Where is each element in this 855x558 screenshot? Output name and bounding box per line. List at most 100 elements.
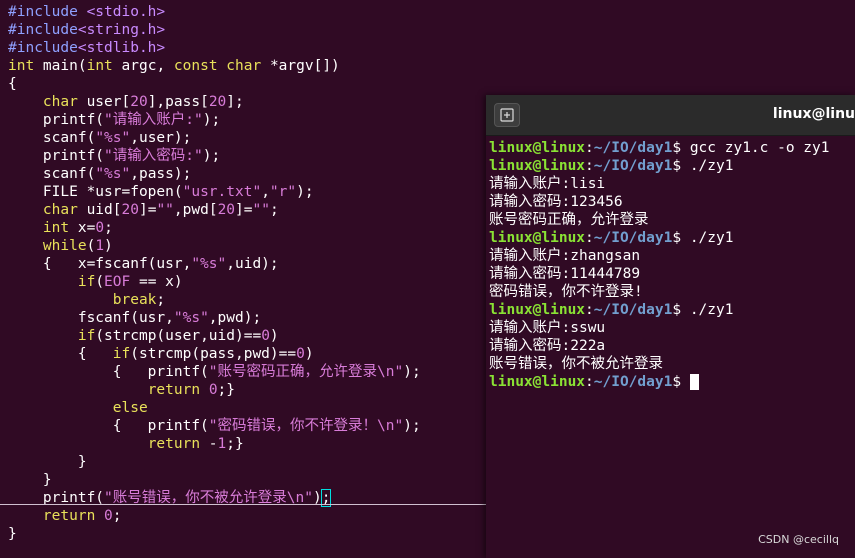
new-tab-button[interactable]	[494, 103, 520, 127]
prompt-sep: :	[585, 230, 594, 246]
prompt-symbol: $	[672, 302, 690, 318]
code-token: while	[42, 238, 87, 254]
code-token: }	[8, 454, 87, 470]
code-line[interactable]: fscanf(usr,"%s",pwd);	[8, 309, 261, 327]
code-line[interactable]: break;	[8, 291, 165, 309]
code-token: }	[8, 472, 52, 488]
code-line[interactable]: { x=fscanf(usr,"%s",uid);	[8, 255, 279, 273]
code-line[interactable]: { printf("账号密码正确，允许登录\n");	[8, 363, 421, 381]
terminal-output-line: 请输入密码:222a	[489, 338, 606, 354]
new-tab-icon	[500, 108, 514, 122]
code-token: "%s"	[95, 130, 131, 146]
code-line[interactable]: int main(int argc, const char *argv[])	[8, 57, 340, 75]
prompt-path: ~/IO/day1	[593, 230, 673, 246]
code-token: ,uid);	[226, 256, 279, 272]
code-token: );	[296, 184, 314, 200]
code-line[interactable]: if(strcmp(user,uid)==0)	[8, 327, 279, 345]
code-line[interactable]: int x=0;	[8, 219, 113, 237]
code-token: FILE *usr=fopen(	[8, 184, 183, 200]
code-token: else	[112, 400, 148, 416]
prompt-path: ~/IO/day1	[593, 374, 673, 390]
code-token: EOF	[104, 274, 131, 290]
code-line[interactable]: { if(strcmp(pass,pwd)==0)	[8, 345, 314, 363]
code-token: 1	[95, 238, 105, 254]
code-token: x=	[69, 220, 96, 236]
terminal-output[interactable]: linux@linux:~/IO/day1$ gcc zy1.c -o zy1 l…	[489, 139, 855, 391]
terminal-command: ./zy1	[689, 230, 734, 246]
code-line[interactable]: #include <stdio.h>	[8, 3, 165, 21]
code-line[interactable]: printf("请输入账户:");	[8, 111, 220, 129]
code-line[interactable]: char user[20],pass[20];	[8, 93, 244, 111]
code-line[interactable]: return -1;}	[8, 435, 244, 453]
code-token: 0	[95, 220, 105, 236]
terminal-command: ./zy1	[689, 158, 734, 174]
code-line[interactable]: FILE *usr=fopen("usr.txt","r");	[8, 183, 314, 201]
code-line[interactable]: }	[8, 525, 17, 543]
prompt-path: ~/IO/day1	[593, 302, 673, 318]
code-line[interactable]: printf("请输入密码:");	[8, 147, 220, 165]
code-line[interactable]: while(1)	[8, 237, 113, 255]
code-token: <string.h>	[77, 22, 166, 38]
code-line[interactable]: return 0;	[8, 507, 122, 525]
code-token: { printf(	[8, 418, 209, 434]
code-line[interactable]: #include<string.h>	[8, 21, 165, 39]
code-token: );	[403, 418, 421, 434]
code-token: "请输入密码:"	[104, 148, 203, 164]
prompt-sep: :	[585, 302, 594, 318]
code-token: "usr.txt"	[182, 184, 262, 200]
code-token: scanf(	[8, 130, 96, 146]
prompt-user: linux@linux	[489, 158, 586, 174]
code-token: ;}	[226, 436, 244, 452]
code-token: (strcmp(pass,pwd)==	[130, 346, 297, 362]
terminal-output-line: 账号错误，你不被允许登录	[489, 356, 663, 372]
code-token: break	[112, 292, 157, 308]
code-line[interactable]: #include<stdlib.h>	[8, 39, 165, 57]
code-line[interactable]: else	[8, 399, 148, 417]
code-line[interactable]: { printf("密码错误，你不许登录！\n");	[8, 417, 421, 435]
code-token: scanf(	[8, 166, 96, 182]
code-token: ],pass[	[147, 94, 209, 110]
code-token: -	[200, 436, 218, 452]
terminal-window[interactable]: linux@linu linux@linux:~/IO/day1$ gcc zy…	[486, 95, 855, 558]
code-token: 1	[217, 436, 227, 452]
prompt-user: linux@linux	[489, 374, 586, 390]
code-token: ;	[269, 202, 279, 218]
code-token: 0	[296, 346, 305, 362]
code-token: ];	[226, 94, 244, 110]
terminal-prompt-line: linux@linux:~/IO/day1$ gcc zy1.c -o zy1	[489, 139, 855, 157]
terminal-prompt-line: linux@linux:~/IO/day1$ ./zy1	[489, 157, 855, 175]
code-token: user[	[77, 94, 131, 110]
code-token: uid[	[77, 202, 122, 218]
terminal-output-line: 请输入账户:zhangsan	[489, 248, 641, 264]
prompt-symbol: $	[672, 158, 690, 174]
terminal-output-line: 请输入密码:11444789	[489, 266, 641, 282]
terminal-titlebar[interactable]: linux@linu	[486, 95, 855, 136]
prompt-user: linux@linux	[489, 302, 586, 318]
code-token: int	[8, 58, 35, 74]
code-token: 0	[208, 382, 218, 398]
code-token: ;	[104, 220, 113, 236]
code-line[interactable]: {	[8, 75, 17, 93]
code-line[interactable]: return 0;}	[8, 381, 235, 399]
code-token: 0	[104, 508, 113, 524]
code-token: 20	[217, 202, 236, 218]
code-line[interactable]: char uid[20]="",pwd[20]="";	[8, 201, 279, 219]
prompt-user: linux@linux	[489, 140, 586, 156]
code-line[interactable]: scanf("%s",pass);	[8, 165, 191, 183]
code-token: (strcmp(user,uid)==	[95, 328, 262, 344]
code-line[interactable]: if(EOF == x)	[8, 273, 183, 291]
code-line[interactable]: }	[8, 471, 52, 489]
code-line[interactable]: }	[8, 453, 87, 471]
code-line[interactable]: scanf("%s",user);	[8, 129, 191, 147]
code-token: printf(	[8, 148, 105, 164]
code-token: ;	[112, 508, 122, 524]
code-token: (	[95, 274, 105, 290]
